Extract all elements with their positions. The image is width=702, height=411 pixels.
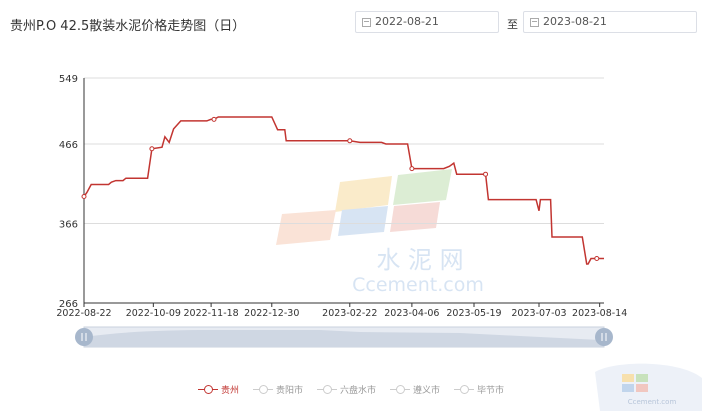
chart-legend: 贵州 贵阳市 六盘水市 遵义市 毕节市: [0, 383, 702, 396]
data-zoom-slider[interactable]: [75, 326, 613, 348]
data-point-marker[interactable]: [347, 138, 353, 144]
x-tick-label: 2022-11-18: [184, 308, 239, 319]
data-point-marker[interactable]: [149, 146, 155, 152]
x-tick-label: 2022-12-30: [244, 308, 299, 319]
legend-label: 毕节市: [477, 386, 505, 396]
x-tick-label: 2023-02-22: [322, 308, 377, 319]
legend-marker-icon: [252, 385, 273, 394]
legend-marker-icon: [390, 385, 410, 394]
slider-right-handle[interactable]: [595, 328, 613, 346]
legend-marker-icon: [197, 385, 218, 394]
data-point-marker[interactable]: [409, 166, 415, 172]
x-tick-label: 2023-08-14: [572, 308, 627, 319]
x-tick-label: 2023-05-19: [446, 308, 501, 319]
legend-marker-icon: [316, 385, 337, 394]
legend-item[interactable]: 遵义市: [390, 383, 440, 396]
data-point-marker[interactable]: [81, 193, 87, 199]
legend-item[interactable]: 六盘水市: [316, 383, 376, 396]
price-line-chart: 水 泥 网 Ccement.com 2663664665492022-08-22…: [56, 74, 702, 411]
legend-item[interactable]: 毕节市: [454, 383, 504, 396]
watermark-en: Ccement.com: [352, 274, 484, 296]
y-tick-label: 366: [59, 219, 78, 230]
watermark: 水 泥 网 Ccement.com: [276, 169, 484, 296]
legend-label: 遵义市: [413, 386, 441, 396]
x-tick-label: 2023-07-03: [511, 308, 566, 319]
legend-item[interactable]: 贵阳市: [252, 383, 303, 396]
data-point-marker[interactable]: [483, 171, 489, 177]
legend-label: 六盘水市: [339, 386, 376, 396]
y-tick-label: 466: [59, 140, 78, 151]
x-tick-label: 2023-04-06: [384, 308, 439, 319]
x-tick-label: 2022-08-22: [56, 308, 111, 319]
legend-item[interactable]: 贵州: [197, 383, 239, 396]
y-tick-label: 549: [59, 74, 78, 85]
legend-marker-icon: [454, 385, 475, 394]
legend-label: 贵阳市: [275, 386, 303, 396]
watermark-cn: 水 泥 网: [376, 246, 463, 274]
x-tick-label: 2022-10-09: [126, 308, 181, 319]
legend-label: 贵州: [220, 386, 239, 396]
slider-left-handle[interactable]: [75, 328, 93, 346]
data-point-marker[interactable]: [211, 116, 217, 122]
data-point-marker[interactable]: [594, 255, 600, 261]
corner-logo-text: Ccement.com: [628, 398, 677, 406]
